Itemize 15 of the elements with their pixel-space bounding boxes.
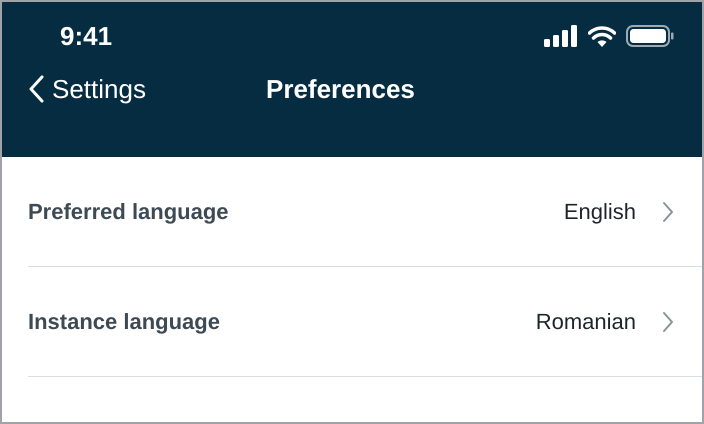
- row-label: Preferred language: [28, 198, 230, 226]
- chevron-right-icon: [662, 310, 674, 332]
- chevron-left-icon: [28, 75, 44, 103]
- row-label: Instance language: [28, 308, 221, 336]
- page-title: Preferences: [266, 72, 415, 106]
- back-button[interactable]: Settings: [2, 70, 146, 108]
- status-time: 9:41: [60, 20, 112, 52]
- wifi-icon: [588, 25, 616, 47]
- settings-row[interactable]: Preferred language English: [28, 157, 702, 267]
- chevron-right-icon: [662, 200, 674, 222]
- row-value: Romanian: [534, 308, 637, 336]
- row-value: English: [562, 198, 637, 226]
- signal-icon: [544, 25, 578, 47]
- battery-icon: [626, 25, 674, 47]
- settings-row[interactable]: Instance language Romanian: [28, 267, 702, 377]
